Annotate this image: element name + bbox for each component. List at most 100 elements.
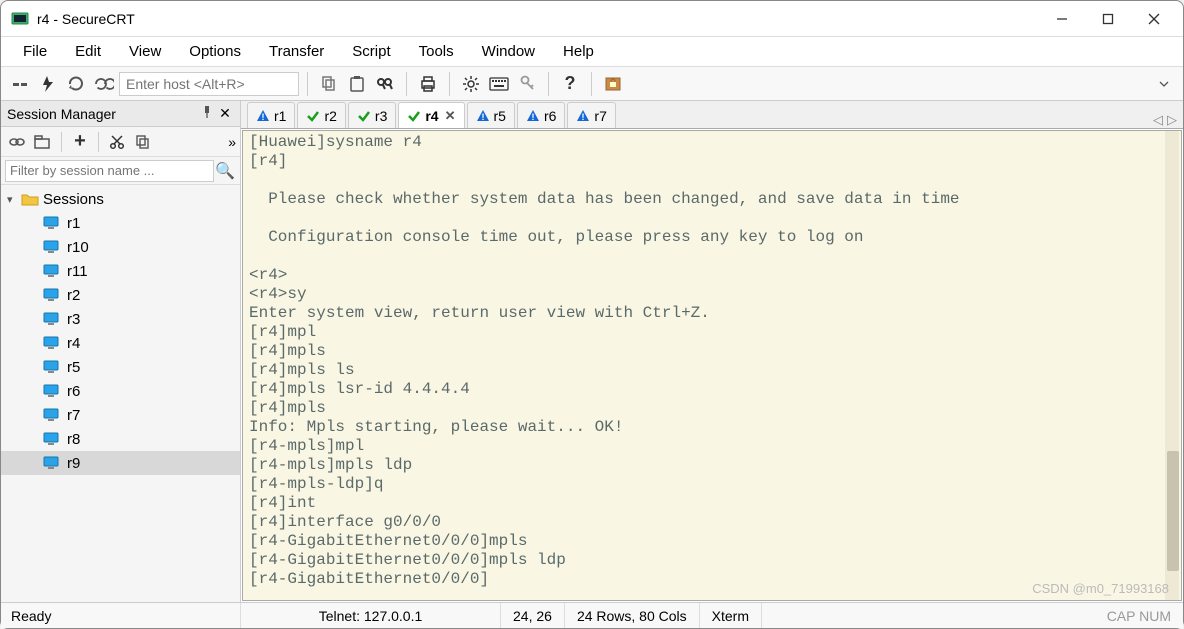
status-caps: CAP NUM (1095, 603, 1183, 628)
toolbar-overflow-icon[interactable] (1151, 71, 1177, 97)
print-icon[interactable] (415, 71, 441, 97)
chevron-down-icon[interactable]: ▾ (7, 193, 21, 206)
tab-label: r4 (425, 108, 438, 124)
session-item-r9[interactable]: r9 (1, 451, 240, 475)
scrollbar-thumb[interactable] (1167, 451, 1179, 571)
session-item-label: r6 (67, 383, 80, 400)
status-cursor: 24, 26 (501, 603, 565, 628)
session-item-label: r7 (67, 407, 80, 424)
tab-label: r5 (494, 108, 506, 124)
session-item-r2[interactable]: r2 (1, 283, 240, 307)
monitor-icon (43, 216, 61, 230)
monitor-icon (43, 312, 61, 326)
tree-root-sessions[interactable]: ▾Sessions (1, 187, 240, 211)
menu-help[interactable]: Help (549, 40, 608, 63)
vertical-scrollbar[interactable] (1165, 131, 1179, 600)
warning-icon: ! (476, 109, 490, 123)
tab-close-icon[interactable]: ✕ (445, 108, 456, 124)
session-manager-header: Session Manager ✕ (1, 101, 240, 127)
tab-r1[interactable]: ! r1 (247, 102, 295, 128)
menu-tools[interactable]: Tools (405, 40, 468, 63)
svg-text:!: ! (262, 112, 265, 122)
folder-icon (21, 192, 39, 206)
quick-connect-icon[interactable] (35, 71, 61, 97)
session-tree[interactable]: ▾Sessionsr1r10r11r2r3r4 r5 r6 r7 r8 r9 (1, 185, 240, 602)
sm-copy-icon[interactable] (131, 130, 155, 154)
session-tabs: ! r1 r2r3 r4 ✕! r5 !r6! r7 ◁▷ (241, 101, 1183, 129)
panel-close-icon[interactable]: ✕ (216, 105, 234, 122)
reconnect-all-icon[interactable] (91, 71, 117, 97)
session-item-r6[interactable]: r6 (1, 379, 240, 403)
terminal-output: [Huawei]sysname r4 [r4] Please check whe… (243, 131, 1181, 591)
tab-r3[interactable]: r3 (348, 102, 396, 128)
monitor-icon (43, 408, 61, 422)
sm-new-tab-icon[interactable] (31, 130, 55, 154)
monitor-icon (43, 456, 61, 470)
toolbar: ? (1, 67, 1183, 101)
menu-file[interactable]: File (9, 40, 61, 63)
sm-connect-icon[interactable] (5, 130, 29, 154)
tab-r7[interactable]: ! r7 (567, 102, 615, 128)
session-item-r5[interactable]: r5 (1, 355, 240, 379)
menu-window[interactable]: Window (468, 40, 549, 63)
minimize-button[interactable] (1039, 3, 1085, 35)
tab-r2[interactable]: r2 (297, 102, 345, 128)
check-icon (407, 109, 421, 123)
tab-label: r7 (594, 108, 606, 124)
check-icon (306, 109, 320, 123)
tab-r5[interactable]: ! r5 (467, 102, 515, 128)
session-item-label: r5 (67, 359, 80, 376)
session-filter-input[interactable] (5, 160, 214, 182)
window-title: r4 - SecureCRT (37, 11, 135, 27)
monitor-icon (43, 384, 61, 398)
session-item-r10[interactable]: r10 (1, 235, 240, 259)
monitor-icon (43, 288, 61, 302)
terminal[interactable]: [Huawei]sysname r4 [r4] Please check whe… (242, 130, 1182, 601)
status-ready: Ready (1, 603, 241, 628)
session-item-label: r8 (67, 431, 80, 448)
menu-options[interactable]: Options (175, 40, 255, 63)
sm-add-icon[interactable]: + (68, 130, 92, 154)
key-icon[interactable] (514, 71, 540, 97)
close-button[interactable] (1131, 3, 1177, 35)
tab-label: r1 (274, 108, 286, 124)
session-item-r3[interactable]: r3 (1, 307, 240, 331)
status-size: 24 Rows, 80 Cols (565, 603, 700, 628)
titlebar: r4 - SecureCRT (1, 1, 1183, 37)
pin-icon[interactable] (198, 105, 216, 122)
status-connection: Telnet: 127.0.0.1 (241, 603, 501, 628)
settings-icon[interactable] (458, 71, 484, 97)
app-window: r4 - SecureCRT FileEditViewOptionsTransf… (0, 0, 1184, 629)
keyboard-icon[interactable] (486, 71, 512, 97)
sm-overflow-icon[interactable]: » (228, 134, 236, 150)
session-item-r11[interactable]: r11 (1, 259, 240, 283)
session-item-r7[interactable]: r7 (1, 403, 240, 427)
warning-icon: ! (576, 109, 590, 123)
host-input[interactable] (119, 72, 299, 96)
find-icon[interactable] (372, 71, 398, 97)
tab-r6[interactable]: !r6 (517, 102, 565, 128)
reconnect-icon[interactable] (63, 71, 89, 97)
search-icon[interactable]: 🔍 (214, 161, 236, 181)
copy-icon[interactable] (316, 71, 342, 97)
monitor-icon (43, 336, 61, 350)
menu-view[interactable]: View (115, 40, 175, 63)
tab-scroll-right-icon[interactable]: ▷ (1167, 112, 1177, 128)
paste-icon[interactable] (344, 71, 370, 97)
maximize-button[interactable] (1085, 3, 1131, 35)
menu-edit[interactable]: Edit (61, 40, 115, 63)
session-item-r8[interactable]: r8 (1, 427, 240, 451)
session-item-r4[interactable]: r4 (1, 331, 240, 355)
tab-r4[interactable]: r4 ✕ (398, 102, 464, 128)
session-filter: 🔍 (1, 157, 240, 185)
session-item-r1[interactable]: r1 (1, 211, 240, 235)
sm-cut-icon[interactable] (105, 130, 129, 154)
lock-icon[interactable] (600, 71, 626, 97)
connect-icon[interactable] (7, 71, 33, 97)
warning-icon: ! (526, 109, 540, 123)
menu-transfer[interactable]: Transfer (255, 40, 338, 63)
tab-scroll-left-icon[interactable]: ◁ (1153, 112, 1163, 128)
help-icon[interactable]: ? (557, 71, 583, 97)
app-icon (11, 10, 29, 28)
menu-script[interactable]: Script (338, 40, 404, 63)
